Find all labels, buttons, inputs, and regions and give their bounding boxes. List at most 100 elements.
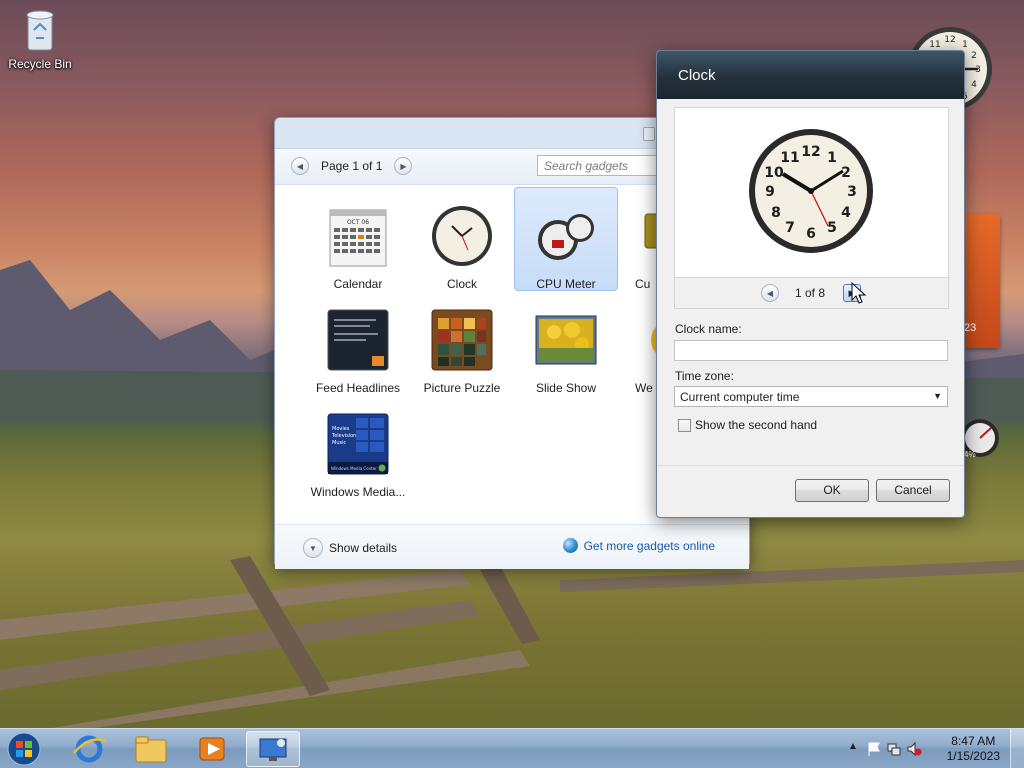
svg-text:12: 12 (944, 35, 955, 45)
get-more-gadgets-label: Get more gadgets online (583, 538, 715, 553)
gadget-tile-windows-media-center[interactable]: Movies Television Music Windows Media Ce… (306, 403, 410, 505)
second-hand-checkbox[interactable] (678, 418, 691, 432)
gadget-tile-picture-puzzle[interactable]: Picture Puzzle (410, 299, 514, 401)
second-hand-label: Show the second hand (695, 418, 818, 432)
calendar-thumb-month: OCT 06 (347, 219, 369, 226)
desktop-icon-recycle-bin[interactable]: Recycle Bin (4, 6, 76, 76)
svg-text:6: 6 (806, 226, 816, 242)
start-orb-icon[interactable] (4, 730, 44, 768)
previous-clock-button[interactable]: ◀ (761, 284, 779, 302)
clock-name-input[interactable] (674, 340, 948, 361)
gadget-name: Windows Media... (310, 485, 406, 499)
page-indicator: Page 1 of 1 (321, 159, 383, 173)
svg-text:9: 9 (765, 184, 775, 200)
time-zone-select[interactable]: Current computer time ▼ (674, 386, 948, 407)
picture-puzzle-icon (431, 309, 493, 371)
gadget-tile-cpu-meter[interactable]: CPU Meter (514, 187, 618, 291)
media-thumb-line: Music (332, 440, 346, 446)
svg-text:1: 1 (827, 150, 837, 166)
gallery-footer: ▼ Show details Get more gadgets online (275, 524, 749, 569)
windows-media-center-icon: Movies Television Music Windows Media Ce… (327, 413, 389, 475)
show-hidden-icons-icon[interactable]: ▲ (848, 741, 864, 757)
show-details-label: Show details (329, 541, 398, 555)
clock-icon (432, 206, 492, 266)
cancel-button[interactable]: Cancel (876, 479, 950, 502)
ok-button[interactable]: OK (795, 479, 869, 502)
gadget-tile-feed-headlines[interactable]: Feed Headlines (306, 299, 410, 401)
volume-muted-icon[interactable] (906, 741, 922, 757)
cpu-meter-icon (538, 214, 594, 260)
clock-name-label: Clock name: (675, 322, 742, 336)
mouse-cursor-icon (851, 282, 867, 304)
taskbar-file-explorer[interactable] (124, 731, 178, 767)
taskbar-clock[interactable]: 8:47 AM 1/15/2023 (947, 734, 1000, 764)
gadget-tile-calendar[interactable]: OCT 06 Calendar (306, 195, 410, 297)
previous-page-button[interactable]: ◀ (291, 157, 309, 175)
gadget-name: Slide Show (535, 381, 597, 395)
dropdown-arrow-icon: ▼ (933, 391, 942, 401)
feed-headlines-icon (327, 309, 389, 371)
svg-text:4: 4 (971, 80, 977, 90)
calendar-icon: OCT 06 (329, 209, 387, 267)
system-tray: ▲ 8:47 AM 1/15/2023 (844, 729, 1024, 768)
globe-icon (562, 538, 578, 553)
action-center-flag-icon[interactable] (866, 741, 882, 757)
svg-text:11: 11 (780, 150, 799, 166)
show-details-toggle[interactable]: ▼ Show details (303, 538, 397, 558)
media-thumb-line: Movies (332, 426, 350, 432)
chevron-right-icon: ▶ (400, 161, 407, 171)
chevron-down-icon: ▼ (303, 538, 323, 558)
network-icon[interactable] (886, 741, 902, 757)
internet-explorer-icon (73, 735, 107, 763)
chevron-left-icon: ◀ (766, 288, 774, 298)
media-thumb-line: Television (331, 433, 356, 439)
gadget-tile-clock[interactable]: Clock (410, 195, 514, 297)
gadget-name: Picture Puzzle (423, 381, 501, 395)
file-explorer-icon (135, 736, 167, 763)
svg-text:11: 11 (929, 40, 940, 50)
gallery-pager: ◀ Page 1 of 1 ▶ (291, 155, 413, 177)
taskbar-desktop-gadgets[interactable] (246, 731, 300, 767)
cpu-meter-percent: 4% (964, 450, 976, 459)
svg-text:2: 2 (971, 51, 977, 61)
dialog-divider (657, 465, 964, 466)
gadget-name: Calendar (333, 277, 383, 291)
taskbar-media-player[interactable] (186, 731, 240, 767)
preview-navigation: ◀ 1 of 8 ▶ (674, 277, 949, 309)
taskbar-internet-explorer[interactable] (62, 731, 116, 767)
search-gadgets-input[interactable]: Search gadgets (537, 155, 667, 176)
calendar-gadget-year: 23 (964, 322, 977, 334)
get-more-gadgets-link[interactable]: Get more gadgets online (562, 538, 715, 553)
recycle-bin-icon (26, 10, 54, 51)
taskbar-date: 1/15/2023 (946, 749, 1000, 763)
gadget-tile-slide-show[interactable]: Slide Show (514, 299, 618, 401)
second-hand-option[interactable]: Show the second hand (678, 418, 817, 432)
svg-text:7: 7 (785, 220, 795, 236)
clock-settings-dialog: Clock 12369 1245 781011 ◀ 1 of 8 ▶ Clock… (656, 50, 965, 518)
next-page-button[interactable]: ▶ (394, 157, 413, 175)
desktop-gadgets-icon (259, 738, 287, 761)
svg-text:10: 10 (764, 165, 784, 181)
desktop-calendar-gadget[interactable]: 23 (964, 214, 1000, 348)
time-zone-label: Time zone: (675, 369, 734, 383)
media-player-icon (199, 737, 225, 761)
clock-preview-icon: 12369 1245 781011 (749, 129, 873, 253)
svg-text:12: 12 (801, 144, 820, 160)
svg-text:8: 8 (771, 205, 781, 221)
gadget-name: Clock (446, 277, 477, 291)
dialog-title-bar[interactable]: Clock (657, 51, 964, 99)
dialog-title: Clock (678, 67, 716, 84)
taskbar: ▲ 8:47 AM 1/15/2023 (0, 728, 1024, 768)
desktop-icon-label: Recycle Bin (8, 57, 72, 71)
desktop-cpu-meter-gadget[interactable]: 4% (960, 410, 1000, 466)
gallery-close-button[interactable] (643, 127, 655, 141)
taskbar-time: 8:47 AM (951, 734, 996, 748)
svg-text:4: 4 (841, 205, 851, 221)
show-desktop-button[interactable] (1010, 729, 1024, 768)
svg-text:1: 1 (962, 40, 968, 50)
gadget-name: Feed Headlines (315, 381, 401, 395)
svg-text:3: 3 (847, 184, 857, 200)
slide-show-icon (535, 315, 597, 365)
chevron-left-icon: ◀ (296, 161, 304, 171)
preview-counter: 1 of 8 (795, 286, 826, 300)
